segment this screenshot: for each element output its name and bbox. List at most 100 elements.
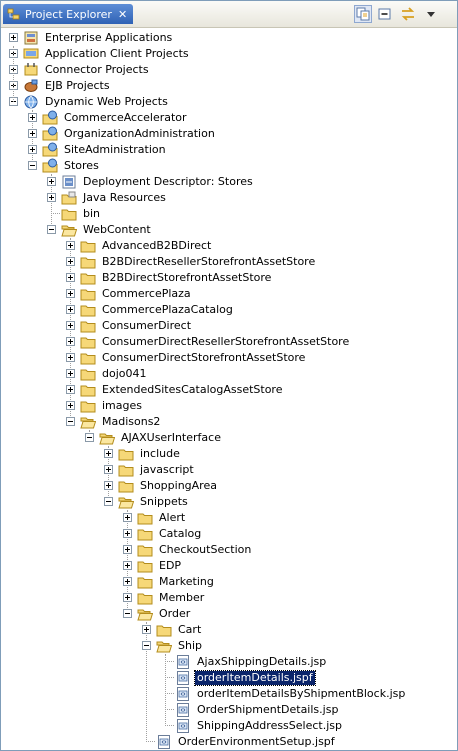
jsp-icon [177,703,189,717]
expand-toggle-icon[interactable] [142,625,151,634]
tree-item-shippingaddressselect-jsp[interactable]: ShippingAddressSelect.jsp [1,718,457,734]
expand-toggle-icon[interactable] [66,385,75,394]
link-with-editor-button[interactable] [354,5,372,23]
expand-toggle-icon[interactable] [66,321,75,330]
tree-item-javascript[interactable]: javascript [1,462,457,478]
expand-toggle-icon[interactable] [123,529,132,538]
tree-item-orderitemdetails-jspf[interactable]: orderItemDetails.jspf [1,670,457,686]
tree-item-advancedb2bdirect[interactable]: AdvancedB2BDirect [1,238,457,254]
tree-item-ajaxshippingdetails-jsp[interactable]: AjaxShippingDetails.jsp [1,654,457,670]
tree-item-checkoutsection[interactable]: CheckoutSection [1,542,457,558]
expand-toggle-icon[interactable] [28,145,37,154]
tree-item-shoppingarea[interactable]: ShoppingArea [1,478,457,494]
expand-toggle-icon[interactable] [66,257,75,266]
sync-button[interactable] [399,5,417,23]
expand-toggle-icon[interactable] [123,577,132,586]
tree-item-commerceplaza[interactable]: CommercePlaza [1,286,457,302]
tree-item-webcontent[interactable]: WebContent [1,222,457,238]
tree-item-b2bdirectresellerstorefrontassetstore[interactable]: B2BDirectResellerStorefrontAssetStore [1,254,457,270]
project-tree[interactable]: Enterprise Applications Application Clien… [1,28,457,750]
collapse-toggle-icon[interactable] [28,161,37,170]
expand-toggle-icon[interactable] [66,337,75,346]
expand-toggle-icon[interactable] [28,129,37,138]
tree-item-label: Ship [178,639,202,652]
tree-item-label: ConsumerDirect [102,319,192,332]
expand-toggle-icon[interactable] [47,177,56,186]
folder-icon [80,321,96,333]
tree-item-label: Alert [159,511,186,524]
tree-item-cart[interactable]: Cart [1,622,457,638]
tree-item-extendedsitescatalogassetstore[interactable]: ExtendedSitesCatalogAssetStore [1,382,457,398]
tree-item-organizationadministration[interactable]: OrganizationAdministration [1,126,457,142]
project-explorer-view: Project Explorer ✕ Enterprise Applicatio… [0,0,458,751]
expand-toggle-icon[interactable] [66,401,75,410]
collapse-toggle-icon[interactable] [104,497,113,506]
tree-item-ship[interactable]: Ship [1,638,457,654]
tree-item-commerceaccelerator[interactable]: CommerceAccelerator [1,110,457,126]
folder-icon [80,273,96,285]
tree-item-marketing[interactable]: Marketing [1,574,457,590]
tree-item-orderenvironmentsetup-jspf[interactable]: OrderEnvironmentSetup.jspf [1,734,457,750]
expand-toggle-icon[interactable] [66,241,75,250]
tree-item-member[interactable]: Member [1,590,457,606]
tree-item-order[interactable]: Order [1,606,457,622]
tree-item-consumerdirect[interactable]: ConsumerDirect [1,318,457,334]
expand-toggle-icon[interactable] [123,593,132,602]
tree-item-label: ExtendedSitesCatalogAssetStore [102,383,283,396]
tree-item-stores[interactable]: Stores [1,158,457,174]
tree-item-images[interactable]: images [1,398,457,414]
collapse-toggle-icon[interactable] [123,609,132,618]
tree-item-consumerdirectresellerstorefrontassetstore[interactable]: ConsumerDirectResellerStorefrontAssetSto… [1,334,457,350]
expand-toggle-icon[interactable] [104,465,113,474]
tree-item-consumerdirectstorefrontassetstore[interactable]: ConsumerDirectStorefrontAssetStore [1,350,457,366]
collapse-toggle-icon[interactable] [66,417,75,426]
tree-item-commerceplazacatalog[interactable]: CommercePlazaCatalog [1,302,457,318]
expand-toggle-icon[interactable] [104,481,113,490]
tree-item-bin[interactable]: bin [1,206,457,222]
tree-item-connector-projects[interactable]: Connector Projects [1,62,457,78]
collapse-toggle-icon[interactable] [85,433,94,442]
tree-item-label: Dynamic Web Projects [45,95,168,108]
tree-item-b2bdirectstorefrontassetstore[interactable]: B2BDirectStorefrontAssetStore [1,270,457,286]
expand-toggle-icon[interactable] [9,33,18,42]
tree-item-deployment-descriptor-stores[interactable]: Deployment Descriptor: Stores [1,174,457,190]
tree-item-siteadministration[interactable]: SiteAdministration [1,142,457,158]
expand-toggle-icon[interactable] [28,113,37,122]
expand-toggle-icon[interactable] [123,513,132,522]
folder-icon [118,481,134,493]
tree-item-application-client-projects[interactable]: Application Client Projects [1,46,457,62]
expand-toggle-icon[interactable] [104,449,113,458]
expand-toggle-icon[interactable] [123,561,132,570]
tree-item-alert[interactable]: Alert [1,510,457,526]
expand-toggle-icon[interactable] [66,289,75,298]
expand-toggle-icon[interactable] [66,273,75,282]
tree-item-enterprise-applications[interactable]: Enterprise Applications [1,30,457,46]
collapse-toggle-icon[interactable] [142,641,151,650]
tree-item-ordershipmentdetails-jsp[interactable]: OrderShipmentDetails.jsp [1,702,457,718]
tree-item-dojo041[interactable]: dojo041 [1,366,457,382]
tree-item-ejb-projects[interactable]: EJB Projects [1,78,457,94]
tree-item-dynamic-web-projects[interactable]: Dynamic Web Projects [1,94,457,110]
collapse-toggle-icon[interactable] [47,225,56,234]
connector-icon [24,63,38,76]
expand-toggle-icon[interactable] [47,193,56,202]
close-icon[interactable]: ✕ [118,8,127,21]
tree-item-include[interactable]: include [1,446,457,462]
tree-item-catalog[interactable]: Catalog [1,526,457,542]
expand-toggle-icon[interactable] [123,545,132,554]
collapse-all-button[interactable] [376,5,394,23]
tree-item-java-resources[interactable]: Java Resources [1,190,457,206]
expand-toggle-icon[interactable] [66,353,75,362]
tree-item-edp[interactable]: EDP [1,558,457,574]
web-icon [24,95,38,109]
tree-item-orderitemdetailsbyshipmentblock-jsp[interactable]: orderItemDetailsByShipmentBlock.jsp [1,686,457,702]
tab-project-explorer[interactable]: Project Explorer ✕ [3,4,134,24]
folder-icon [80,385,96,397]
expand-toggle-icon[interactable] [66,369,75,378]
expand-toggle-icon[interactable] [66,305,75,314]
tree-item-snippets[interactable]: Snippets [1,494,457,510]
view-menu-button[interactable] [422,5,440,23]
tree-item-label: Java Resources [83,191,166,204]
tree-item-ajaxuserinterface[interactable]: AJAXUserInterface [1,430,457,446]
tree-item-madisons2[interactable]: Madisons2 [1,414,457,430]
